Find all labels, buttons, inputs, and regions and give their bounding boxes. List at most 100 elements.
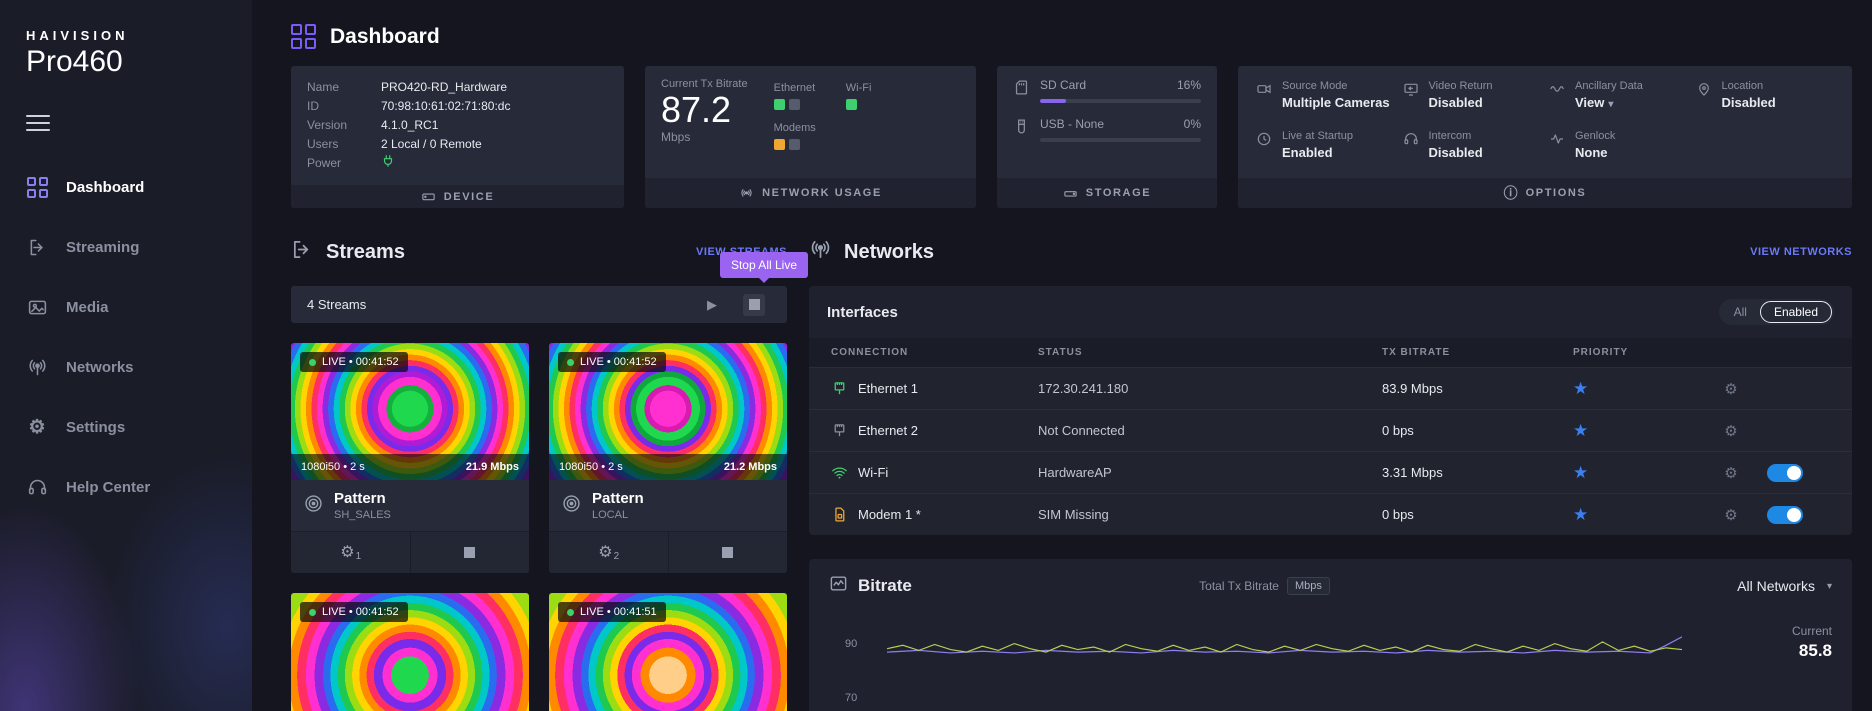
dashboard-grid-icon [291, 24, 316, 49]
device-card-footer: DEVICE [291, 185, 624, 208]
sd-percent: 16% [1177, 78, 1201, 92]
stream-settings-button[interactable]: ⚙1 [291, 532, 410, 573]
sd-progress-fill [1040, 99, 1066, 103]
modems-status: Modems [774, 122, 816, 150]
priority-star-icon[interactable]: ★ [1573, 421, 1593, 441]
interface-toggle[interactable] [1767, 464, 1803, 482]
stream-card: LIVE • 00:41:52 [291, 593, 529, 711]
ethernet-status: Ethernet [774, 82, 816, 110]
live-dot-icon [309, 359, 316, 366]
sidebar-item-help-center[interactable]: Help Center [0, 457, 252, 517]
sidebar-item-networks[interactable]: Networks [0, 337, 252, 397]
chevron-down-icon[interactable]: ▾ [1608, 99, 1613, 110]
interfaces-filter: All Enabled [1719, 299, 1834, 325]
networks-title: Networks [844, 241, 934, 264]
networks-header: Networks VIEW NETWORKS [809, 234, 1852, 270]
option-ancillary-data[interactable]: Ancillary Data View▾ [1549, 80, 1688, 114]
interface-settings-icon[interactable]: ⚙ [1721, 380, 1741, 398]
interface-settings-icon[interactable]: ⚙ [1721, 506, 1741, 524]
stream-thumbnail[interactable]: LIVE • 00:41:52 1080i50 • 2 s 21.9 Mbps [291, 343, 529, 480]
genlock-icon [1549, 131, 1565, 164]
status-square [774, 139, 785, 150]
interfaces-table-header: CONNECTION STATUS TX BITRATE PRIORITY [809, 338, 1852, 367]
stream-settings-button[interactable]: ⚙2 [549, 532, 668, 573]
usb-percent: 0% [1184, 117, 1201, 131]
interfaces-title: Interfaces [827, 304, 898, 321]
device-icon [421, 189, 436, 204]
sd-card-icon [1013, 79, 1030, 101]
antenna-icon [26, 356, 48, 378]
stream-stop-button[interactable] [410, 532, 530, 573]
stream-card: LIVE • 00:41:52 1080i50 • 2 s 21.2 Mbps … [549, 343, 787, 573]
priority-star-icon[interactable]: ★ [1573, 379, 1593, 399]
table-row-wifi[interactable]: Wi-Fi HardwareAP 3.31 Mbps ★⚙ [809, 451, 1852, 493]
sd-card-row: SD Card16% [1013, 78, 1201, 103]
sidebar-item-streaming[interactable]: Streaming [0, 217, 252, 277]
intercom-icon [1403, 131, 1419, 164]
view-networks-link[interactable]: VIEW NETWORKS [1750, 246, 1852, 258]
stream-stop-button[interactable] [668, 532, 788, 573]
hamburger-menu-icon[interactable] [26, 115, 50, 131]
live-dot-icon [567, 609, 574, 616]
y-tick-70: 70 [845, 692, 857, 704]
table-row-modem1[interactable]: Modem 1 * SIM Missing 0 bps ★⚙ [809, 493, 1852, 535]
interface-settings-icon[interactable]: ⚙ [1721, 464, 1741, 482]
stream-thumbnail[interactable]: LIVE • 00:41:52 [291, 593, 529, 711]
stream-thumbnail[interactable]: LIVE • 00:41:52 1080i50 • 2 s 21.2 Mbps [549, 343, 787, 480]
stop-icon [749, 299, 760, 310]
sidebar-item-label: Dashboard [66, 179, 144, 196]
stream-title-row: PatternSH_SALES [291, 480, 529, 531]
chevron-down-icon: ▾ [1827, 581, 1832, 592]
sidebar-item-dashboard[interactable]: Dashboard [0, 157, 252, 217]
media-icon [26, 296, 48, 318]
table-row-ethernet1[interactable]: Ethernet 1 172.30.241.180 83.9 Mbps ★⚙ [809, 367, 1852, 409]
start-all-button[interactable]: ▶ [707, 297, 717, 313]
brand-haivision: HAIVISION [26, 28, 226, 43]
network-selector[interactable]: All Networks ▾ [1737, 578, 1832, 594]
storage-drive-icon [1063, 186, 1078, 201]
table-row-ethernet2[interactable]: Ethernet 2 Not Connected 0 bps ★⚙ [809, 409, 1852, 451]
stop-all-button[interactable] [743, 294, 765, 316]
stream-thumbnail[interactable]: LIVE • 00:41:51 [549, 593, 787, 711]
location-pin-icon [1696, 81, 1712, 114]
brand-pro460: Pro460 [26, 45, 226, 79]
streams-section: Streams VIEW STREAMS Stop All Live 4 Str… [291, 234, 787, 711]
streams-icon [291, 238, 314, 266]
unit-badge: Mbps [1287, 577, 1330, 595]
stream-bitrate: 21.2 Mbps [724, 461, 777, 473]
streaming-icon [26, 236, 48, 258]
ethernet-icon [831, 422, 848, 439]
sidebar-item-settings[interactable]: ⚙ Settings [0, 397, 252, 457]
interface-toggle[interactable] [1767, 506, 1803, 524]
sidebar: HAIVISION Pro460 Dashboard Streaming Med… [0, 0, 252, 711]
pattern-target-icon [561, 493, 582, 519]
device-row: ID70:98:10:61:02:71:80:dc [307, 97, 608, 116]
storage-card-footer: STORAGE [997, 178, 1217, 208]
device-row-power: Power [307, 154, 608, 173]
ancillary-data-icon [1549, 81, 1565, 114]
interface-settings-icon[interactable]: ⚙ [1721, 422, 1741, 440]
sim-card-icon [831, 506, 848, 523]
live-dot-icon [309, 609, 316, 616]
priority-star-icon[interactable]: ★ [1573, 463, 1593, 483]
usb-progress-track [1040, 138, 1201, 142]
sidebar-item-label: Streaming [66, 239, 139, 256]
summary-cards: NamePRO420-RD_Hardware ID70:98:10:61:02:… [291, 66, 1852, 208]
sidebar-item-media[interactable]: Media [0, 277, 252, 337]
interfaces-panel: Interfaces All Enabled CONNECTION STATUS… [809, 286, 1852, 535]
stream-name: Pattern [592, 490, 644, 507]
filter-all[interactable]: All [1721, 302, 1760, 322]
stream-source: LOCAL [592, 509, 644, 521]
filter-enabled[interactable]: Enabled [1760, 301, 1832, 323]
device-card: NamePRO420-RD_Hardware ID70:98:10:61:02:… [291, 66, 624, 208]
y-tick-90: 90 [845, 638, 857, 650]
interface-status-grid: Ethernet Wi-Fi Modems [774, 78, 872, 166]
page-header: Dashboard [252, 0, 1872, 49]
option-location: LocationDisabled [1696, 80, 1835, 114]
device-row: Version4.1.0_RC1 [307, 116, 608, 135]
priority-star-icon[interactable]: ★ [1573, 505, 1593, 525]
headset-icon [26, 476, 48, 498]
sidebar-nav: Dashboard Streaming Media Networks ⚙ Set… [0, 157, 252, 517]
grid-icon [26, 176, 48, 198]
stream-grid: LIVE • 00:41:52 1080i50 • 2 s 21.9 Mbps … [291, 343, 787, 711]
